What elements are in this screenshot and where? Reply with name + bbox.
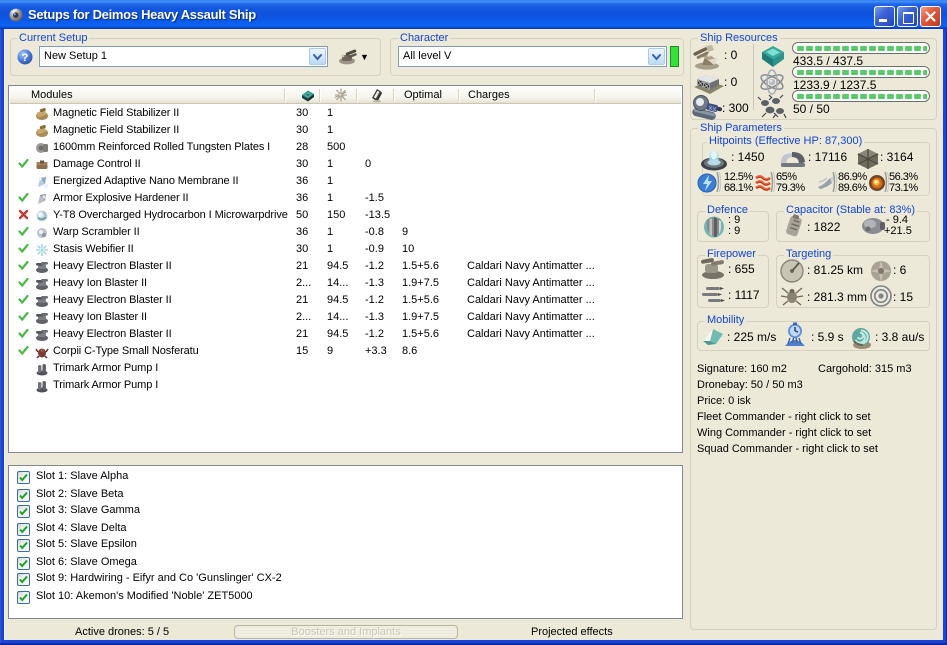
svg-text:?: ?: [22, 52, 29, 64]
